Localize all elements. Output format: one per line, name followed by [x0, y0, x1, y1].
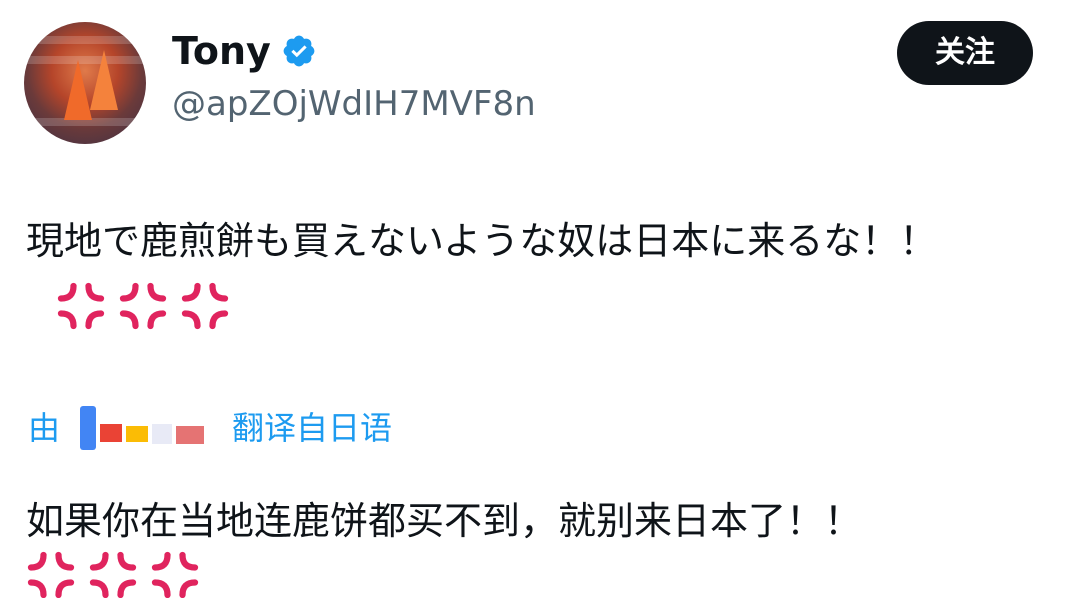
author-name-row: Tony: [172, 26, 317, 76]
anger-symbol-icon: [27, 551, 75, 598]
anger-symbol-icon: [57, 282, 105, 329]
translation-text: 如果你在当地连鹿饼都买不到，就别来日本了！！: [26, 499, 863, 543]
translation-suffix: 翻译自日语: [232, 409, 393, 447]
translation-prefix: 由: [28, 409, 61, 447]
tweet-emoji-group: [56, 281, 230, 331]
follow-button[interactable]: 关注: [897, 21, 1033, 85]
translation-bar[interactable]: 由 翻译自日语: [28, 404, 392, 452]
google-logo-icon: [76, 404, 224, 452]
anger-symbol-icon: [89, 551, 137, 598]
avatar[interactable]: [24, 22, 146, 144]
anger-symbol-icon: [119, 282, 167, 329]
translation-emoji-group: [26, 550, 1056, 598]
author-handle[interactable]: @apZOjWdIH7MVF8n: [172, 82, 536, 126]
translation-block: 如果你在当地连鹿饼都买不到，就别来日本了！！: [26, 492, 1056, 598]
tweet-text-block: 現地で鹿煎餅も買えないような奴は日本に来るな！！: [26, 210, 1056, 334]
tweet-text: 現地で鹿煎餅も買えないような奴は日本に来るな！！: [26, 219, 938, 263]
verified-badge-icon: [283, 35, 315, 67]
anger-symbol-icon: [151, 551, 199, 598]
anger-symbol-icon: [181, 282, 229, 329]
author-name[interactable]: Tony: [172, 26, 271, 76]
